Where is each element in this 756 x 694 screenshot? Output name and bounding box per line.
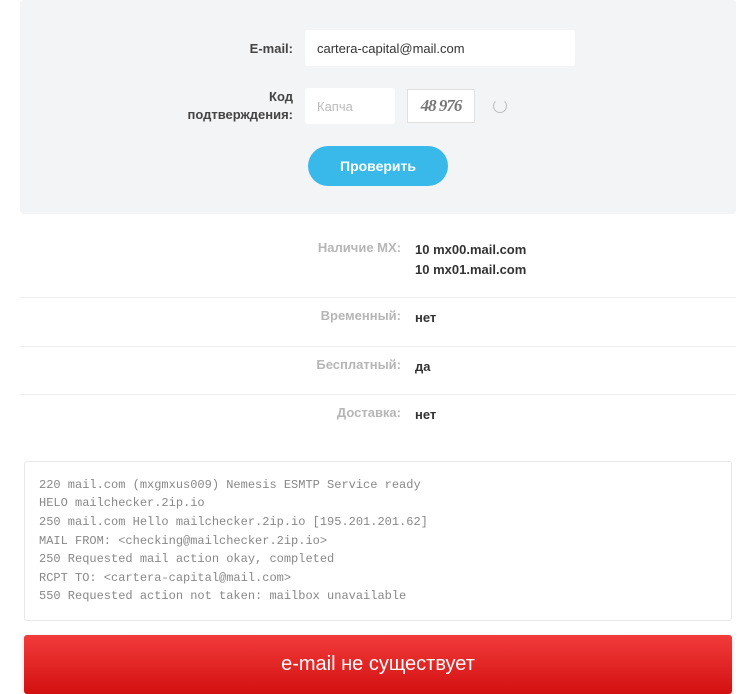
email-label: E-mail: [40, 41, 305, 56]
email-input[interactable] [305, 30, 575, 66]
captcha-row: Кодподтверждения: 48 976 [40, 88, 716, 124]
delivery-label: Доставка: [20, 405, 415, 420]
temporary-value: нет [415, 308, 436, 328]
smtp-log: 220 mail.com (mxgmxus009) Nemesis ESMTP … [24, 461, 732, 621]
mx-label: Наличие MX: [20, 240, 415, 255]
result-row-delivery: Доставка: нет [20, 394, 736, 443]
captcha-image: 48 976 [407, 89, 475, 123]
temporary-label: Временный: [20, 308, 415, 323]
check-form: E-mail: Кодподтверждения: 48 976 Провери… [20, 0, 736, 214]
result-row-free: Бесплатный: да [20, 346, 736, 395]
free-value: да [415, 357, 430, 377]
email-row: E-mail: [40, 30, 716, 66]
captcha-input[interactable] [305, 88, 395, 124]
status-message: e-mail не существует [24, 635, 732, 694]
mx-value: 10 mx00.mail.com 10 mx01.mail.com [415, 240, 526, 279]
delivery-value: нет [415, 405, 436, 425]
result-row-temporary: Временный: нет [20, 297, 736, 346]
reload-captcha-icon[interactable] [493, 99, 507, 113]
results-section: Наличие MX: 10 mx00.mail.com 10 mx01.mai… [0, 214, 756, 455]
submit-button[interactable]: Проверить [308, 146, 448, 186]
free-label: Бесплатный: [20, 357, 415, 372]
result-row-mx: Наличие MX: 10 mx00.mail.com 10 mx01.mai… [20, 236, 736, 297]
captcha-label: Кодподтверждения: [40, 88, 305, 124]
